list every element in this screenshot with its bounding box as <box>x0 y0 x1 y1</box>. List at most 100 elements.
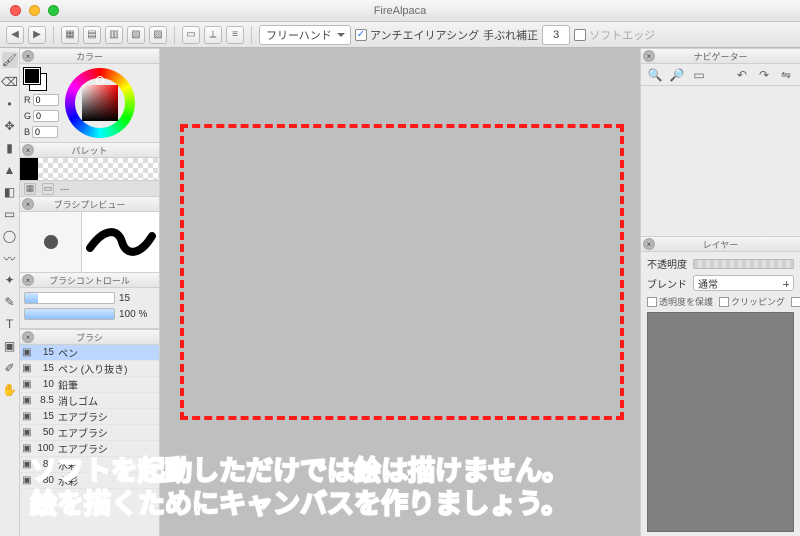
brush-name: ペン (入り抜き) <box>58 361 159 376</box>
antialias-option[interactable]: ✓ アンチエイリアシング <box>355 27 479 43</box>
nav-forward-button[interactable]: ▶ <box>28 26 46 44</box>
delete-palette-icon[interactable]: ▭ <box>42 183 54 195</box>
nav-back-button[interactable]: ◀ <box>6 26 24 44</box>
text-tool[interactable]: T <box>2 316 18 332</box>
ruler-toggle-button[interactable]: ⟂ <box>204 26 222 44</box>
brush-list-item[interactable]: ▣15ペン <box>20 345 159 361</box>
brush-list-item[interactable]: ▣15ペン (入り抜き) <box>20 361 159 377</box>
close-icon[interactable]: × <box>22 144 34 156</box>
brush-preview-header[interactable]: × ブラシプレビュー <box>20 196 159 212</box>
stroke-mode-select[interactable]: フリーハンド <box>259 25 351 45</box>
visibility-icon[interactable]: ▣ <box>20 347 34 358</box>
color-panel-header[interactable]: × カラー <box>20 48 159 64</box>
snap-toggle-button[interactable]: ▭ <box>182 26 200 44</box>
brush-list-header[interactable]: × ブラシ <box>20 329 159 345</box>
eyedropper-tool[interactable]: ✐ <box>2 360 18 376</box>
close-icon[interactable]: × <box>22 331 34 343</box>
zoom-out-icon[interactable]: 🔎 <box>669 67 685 83</box>
visibility-icon[interactable]: ▣ <box>20 427 34 438</box>
color-b-input[interactable] <box>32 126 58 138</box>
visibility-icon[interactable]: ▣ <box>20 363 34 374</box>
fg-bg-swatches[interactable] <box>24 68 46 90</box>
layer-header[interactable]: × レイヤー <box>641 236 800 252</box>
move-tool[interactable]: ✥ <box>2 118 18 134</box>
softedge-checkbox[interactable] <box>574 29 586 41</box>
navigator-viewport[interactable] <box>641 86 800 174</box>
flip-icon[interactable]: ⇋ <box>778 67 794 83</box>
close-icon[interactable]: × <box>22 50 34 62</box>
select-ellipse-tool[interactable]: ◯ <box>2 228 18 244</box>
fill-tool[interactable]: ▮ <box>2 140 18 156</box>
brush-list-item[interactable]: ▣100エアブラシ <box>20 441 159 457</box>
guide-toggle-button[interactable]: ≡ <box>226 26 244 44</box>
layer-blend-select[interactable]: 通常 <box>693 275 794 291</box>
dot-tool[interactable]: • <box>2 96 18 112</box>
foreground-swatch[interactable] <box>24 68 40 84</box>
color-r-input[interactable] <box>33 94 59 106</box>
palette-footer: ▦ ▭ --- <box>20 180 159 196</box>
palette-panel-header[interactable]: × パレット <box>20 142 159 158</box>
panel-tool[interactable]: ▣ <box>2 338 18 354</box>
palette-swatch[interactable] <box>20 158 38 180</box>
grid-4-button[interactable]: ▧ <box>127 26 145 44</box>
visibility-icon[interactable]: ▣ <box>20 459 34 470</box>
visibility-icon[interactable]: ▣ <box>20 443 34 454</box>
brush-control-header[interactable]: × ブラシコントロール <box>20 272 159 288</box>
brush-list-item[interactable]: ▣80水彩 <box>20 473 159 489</box>
brush-tool[interactable]: 🖌 <box>2 52 18 68</box>
add-palette-icon[interactable]: ▦ <box>24 183 36 195</box>
lasso-tool[interactable]: 〰 <box>2 250 18 266</box>
lock-option[interactable]: ロック <box>791 295 800 308</box>
close-icon[interactable]: × <box>22 198 34 210</box>
grid-3-button[interactable]: ▥ <box>105 26 123 44</box>
close-window-button[interactable] <box>10 5 21 16</box>
palette-panel <box>20 158 159 180</box>
color-wheel[interactable] <box>65 68 135 138</box>
zoom-window-button[interactable] <box>48 5 59 16</box>
brush-opacity-slider[interactable] <box>24 308 115 320</box>
right-panel-spacer <box>641 174 800 236</box>
brush-list-item[interactable]: ▣10鉛筆 <box>20 377 159 393</box>
visibility-icon[interactable]: ▣ <box>20 395 34 406</box>
wand-tool[interactable]: ✦ <box>2 272 18 288</box>
grid-5-button[interactable]: ▨ <box>149 26 167 44</box>
hand-tool[interactable]: ✋ <box>2 382 18 398</box>
grid-2-button[interactable]: ▤ <box>83 26 101 44</box>
navigator-panel: 🔍 🔎 ▭ ↶ ↷ ⇋ <box>641 64 800 174</box>
layer-opacity-slider[interactable] <box>693 259 794 269</box>
close-icon[interactable]: × <box>643 50 655 62</box>
layer-stack[interactable] <box>647 312 794 532</box>
eraser-tool[interactable]: ⌫ <box>2 74 18 90</box>
close-icon[interactable]: × <box>22 274 34 286</box>
gradient-tool[interactable]: ◧ <box>2 184 18 200</box>
left-panels: × カラー R G B × パ <box>20 48 160 536</box>
visibility-icon[interactable]: ▣ <box>20 475 34 486</box>
protect-alpha-option[interactable]: 透明度を保護 <box>647 295 713 308</box>
stabilizer-value-input[interactable]: 3 <box>542 25 570 45</box>
pen-selection-tool[interactable]: ✎ <box>2 294 18 310</box>
softedge-option[interactable]: ソフトエッジ <box>574 27 655 43</box>
brush-stroke-preview <box>82 212 159 272</box>
clipping-option[interactable]: クリッピング <box>719 295 785 308</box>
layer-panel: 不透明度 ブレンド 通常 透明度を保護 クリッピング ロック <box>641 252 800 536</box>
fit-icon[interactable]: ▭ <box>691 67 707 83</box>
close-icon[interactable]: × <box>643 238 655 250</box>
brush-list-item[interactable]: ▣15エアブラシ <box>20 409 159 425</box>
zoom-in-icon[interactable]: 🔍 <box>647 67 663 83</box>
minimize-window-button[interactable] <box>29 5 40 16</box>
brush-list-item[interactable]: ▣50エアブラシ <box>20 425 159 441</box>
visibility-icon[interactable]: ▣ <box>20 411 34 422</box>
bucket-tool[interactable]: ▲ <box>2 162 18 178</box>
color-g-input[interactable] <box>33 110 59 122</box>
visibility-icon[interactable]: ▣ <box>20 379 34 390</box>
brush-list-item[interactable]: ▣80水彩 <box>20 457 159 473</box>
rotate-cw-icon[interactable]: ↷ <box>756 67 772 83</box>
brush-size: 15 <box>34 347 58 358</box>
antialias-checkbox[interactable]: ✓ <box>355 29 367 41</box>
brush-list-item[interactable]: ▣8.5消しゴム <box>20 393 159 409</box>
rotate-ccw-icon[interactable]: ↶ <box>734 67 750 83</box>
brush-size-slider[interactable] <box>24 292 115 304</box>
grid-1-button[interactable]: ▦ <box>61 26 79 44</box>
select-rect-tool[interactable]: ▭ <box>2 206 18 222</box>
navigator-header[interactable]: × ナビゲーター <box>641 48 800 64</box>
